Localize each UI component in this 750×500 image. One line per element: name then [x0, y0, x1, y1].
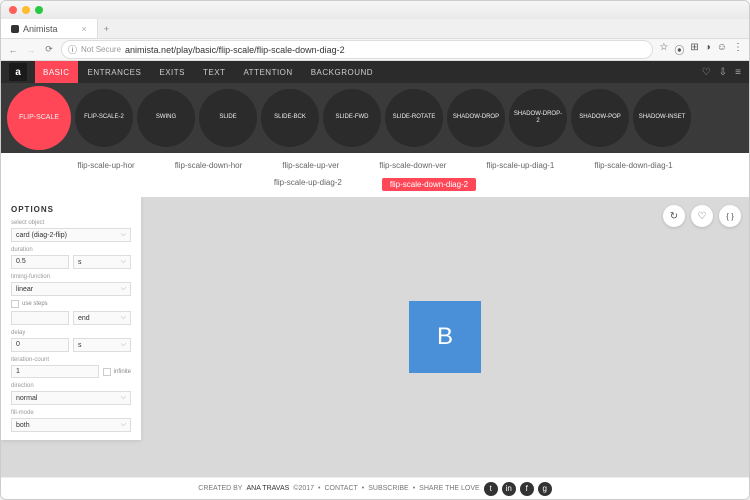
fill-select[interactable]: both: [11, 418, 131, 432]
heart-icon[interactable]: ♡: [702, 67, 711, 78]
steps-input[interactable]: [11, 311, 69, 325]
category-slide-bck[interactable]: SLIDE-BCK: [261, 89, 319, 147]
favorite-button[interactable]: ♡: [691, 205, 713, 227]
variant-item[interactable]: flip-scale-up-ver: [282, 161, 339, 170]
category-strip: FLIP-SCALE FLIP-SCALE-2 SWING SLIDE SLID…: [1, 83, 749, 153]
download-icon[interactable]: ⇩: [719, 67, 727, 78]
delay-unit-select[interactable]: s: [73, 338, 131, 352]
address-bar[interactable]: ⓘ Not Secure animista.net/play/basic/fli…: [61, 40, 653, 59]
variant-item[interactable]: flip-scale-down-ver: [379, 161, 446, 170]
duration-input[interactable]: 0.5: [11, 255, 69, 269]
variant-list: flip-scale-up-hor flip-scale-down-hor fl…: [1, 153, 749, 197]
window-maximize[interactable]: [35, 6, 43, 14]
tab-title: Animista: [23, 24, 58, 34]
window-minimize[interactable]: [22, 6, 30, 14]
window-close[interactable]: [9, 6, 17, 14]
new-tab-button[interactable]: +: [98, 24, 115, 34]
ext-icon-1[interactable]: ⦿: [674, 42, 684, 57]
fill-label: fill-mode: [11, 410, 131, 416]
replay-button[interactable]: ↻: [663, 205, 685, 227]
iteration-label: iteration-count: [11, 357, 131, 363]
timing-label: timing-function: [11, 274, 131, 280]
category-shadow-drop[interactable]: SHADOW-DROP: [447, 89, 505, 147]
linkedin-icon[interactable]: in: [502, 482, 516, 496]
back-icon[interactable]: ←: [7, 45, 19, 55]
star-icon[interactable]: ☆: [659, 42, 668, 57]
nav-basic[interactable]: BASIC: [35, 61, 78, 83]
delay-label: delay: [11, 330, 131, 336]
use-steps-checkbox[interactable]: use steps: [11, 300, 131, 308]
infinite-checkbox[interactable]: infinite: [103, 365, 131, 378]
favicon: [11, 25, 19, 33]
iteration-input[interactable]: 1: [11, 365, 99, 378]
app-logo[interactable]: a: [9, 63, 27, 81]
footer-author[interactable]: ANA TRAVAS: [246, 485, 289, 492]
ext-icon-3[interactable]: ◑: [705, 42, 711, 57]
category-slide-rotate[interactable]: SLIDE-ROTATE: [385, 89, 443, 147]
footer-year: ©2017: [293, 485, 314, 492]
security-label: Not Secure: [81, 45, 121, 54]
object-select[interactable]: card (diag-2-flip): [11, 228, 131, 242]
category-slide[interactable]: SLIDE: [199, 89, 257, 147]
category-shadow-pop[interactable]: SHADOW-POP: [571, 89, 629, 147]
options-title: OPTIONS: [11, 205, 131, 214]
nav-attention[interactable]: ATTENTION: [235, 61, 300, 83]
variant-item[interactable]: flip-scale-down-hor: [175, 161, 243, 170]
variant-item[interactable]: flip-scale-down-diag-1: [594, 161, 672, 170]
category-flip-scale[interactable]: FLIP-SCALE: [7, 86, 71, 150]
tab-close-icon[interactable]: ×: [82, 24, 87, 34]
reload-icon[interactable]: ⟳: [43, 44, 55, 55]
variant-item[interactable]: flip-scale-up-hor: [77, 161, 134, 170]
variant-item[interactable]: flip-scale-up-diag-1: [486, 161, 554, 170]
timing-select[interactable]: linear: [11, 282, 131, 296]
category-slide-fwd[interactable]: SLIDE-FWD: [323, 89, 381, 147]
category-shadow-drop-2[interactable]: SHADOW-DROP-2: [509, 89, 567, 147]
nav-background[interactable]: BACKGROUND: [303, 61, 381, 83]
app-navbar: a BASIC ENTRANCES EXITS TEXT ATTENTION B…: [1, 61, 749, 83]
browser-toolbar: ← → ⟳ ⓘ Not Secure animista.net/play/bas…: [1, 39, 749, 61]
facebook-icon[interactable]: f: [520, 482, 534, 496]
footer-contact[interactable]: CONTACT: [324, 485, 357, 492]
delay-input[interactable]: 0: [11, 338, 69, 352]
url-text: animista.net/play/basic/flip-scale/flip-…: [125, 45, 345, 55]
object-label: select object: [11, 220, 131, 226]
footer-share: SHARE THE LOVE: [419, 485, 480, 492]
gplus-icon[interactable]: g: [538, 482, 552, 496]
duration-label: duration: [11, 247, 131, 253]
code-button[interactable]: { }: [719, 205, 741, 227]
nav-exits[interactable]: EXITS: [151, 61, 193, 83]
twitter-icon[interactable]: t: [484, 482, 498, 496]
category-flip-scale-2[interactable]: FLIP-SCALE-2: [75, 89, 133, 147]
steps-pos-select[interactable]: end: [73, 311, 131, 325]
category-swing[interactable]: SWING: [137, 89, 195, 147]
options-panel: OPTIONS select object card (diag-2-flip)…: [1, 197, 141, 440]
footer: CREATED BY ANA TRAVAS ©2017 • CONTACT • …: [1, 477, 749, 499]
nav-entrances[interactable]: ENTRANCES: [80, 61, 150, 83]
footer-subscribe[interactable]: SUBSCRIBE: [368, 485, 408, 492]
variant-item[interactable]: flip-scale-up-diag-2: [274, 178, 342, 191]
footer-created: CREATED BY: [198, 485, 242, 492]
ext-icon-2[interactable]: ⊞: [690, 42, 698, 57]
browser-tab[interactable]: Animista ×: [1, 19, 98, 38]
browser-tabbar: Animista × +: [1, 19, 749, 39]
nav-text[interactable]: TEXT: [195, 61, 233, 83]
hamburger-icon[interactable]: ≡: [735, 67, 741, 78]
variant-item-active[interactable]: flip-scale-down-diag-2: [382, 178, 476, 191]
category-shadow-inset[interactable]: SHADOW-INSET: [633, 89, 691, 147]
direction-select[interactable]: normal: [11, 391, 131, 405]
preview-object: B: [409, 301, 481, 373]
preview-canvas: ↻ ♡ { } B: [141, 197, 749, 477]
forward-icon[interactable]: →: [25, 45, 37, 55]
duration-unit-select[interactable]: s: [73, 255, 131, 269]
profile-icon[interactable]: ☺: [717, 42, 727, 57]
menu-icon[interactable]: ⋮: [733, 42, 743, 57]
security-icon: ⓘ: [68, 43, 77, 56]
direction-label: direction: [11, 383, 131, 389]
window-titlebar: [1, 1, 749, 19]
